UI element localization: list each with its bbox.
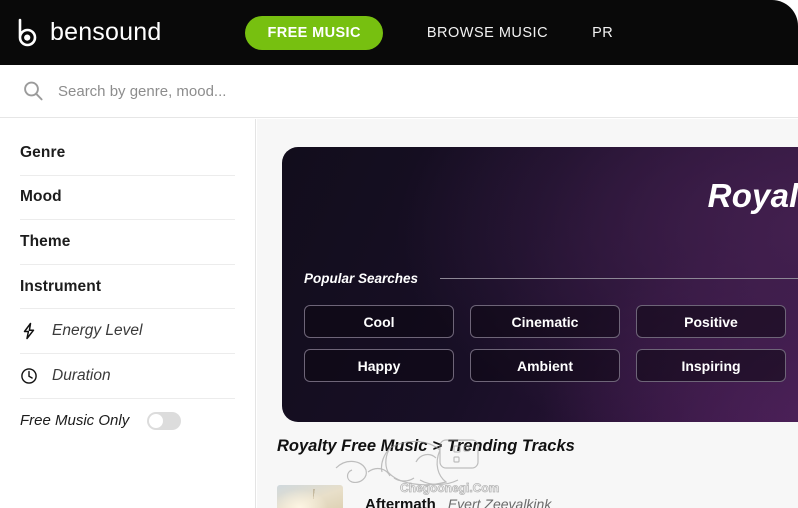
breadcrumb-root[interactable]: Royalty Free Music: [277, 437, 427, 455]
tag-inspiring[interactable]: Inspiring: [636, 349, 786, 382]
site-header: bensound FREE MUSIC BROWSE MUSIC PR: [0, 0, 798, 65]
nav-free-music-button[interactable]: FREE MUSIC: [245, 15, 383, 50]
sidebar-filter-theme[interactable]: Theme: [20, 220, 235, 265]
lightning-bolt-icon: [20, 322, 38, 340]
filter-label: Theme: [20, 232, 71, 250]
tag-cinematic[interactable]: Cinematic: [470, 305, 620, 338]
tag-happy[interactable]: Happy: [304, 349, 454, 382]
popular-searches-label: Popular Searches: [304, 271, 419, 286]
sidebar-filter-energy-level[interactable]: Energy Level: [20, 309, 235, 354]
breadcrumb-separator: >: [432, 437, 443, 455]
track-artist: Evert Zeevalkink: [447, 496, 552, 508]
track-thumbnail[interactable]: [277, 485, 343, 508]
tag-cool[interactable]: Cool: [304, 305, 454, 338]
divider-rule: [440, 278, 798, 279]
free-music-only-label: Free Music Only: [20, 412, 130, 430]
sidebar-filter-instrument[interactable]: Instrument: [20, 265, 235, 310]
popular-search-tags: Cool Cinematic Positive Happy Ambient In…: [304, 305, 798, 382]
breadcrumb-current: Trending Tracks: [447, 437, 575, 455]
filter-label: Energy Level: [52, 322, 143, 340]
track-title: Aftermath: [365, 495, 436, 508]
free-music-only-row[interactable]: Free Music Only: [20, 399, 235, 443]
brand-logo[interactable]: bensound: [14, 18, 161, 48]
nav-premium-link[interactable]: PR: [592, 25, 613, 41]
nav-browse-music-link[interactable]: BROWSE MUSIC: [427, 25, 548, 41]
brand-name: bensound: [50, 18, 162, 46]
filter-label: Mood: [20, 188, 62, 206]
main-nav: FREE MUSIC BROWSE MUSIC PR: [245, 15, 613, 50]
tag-positive[interactable]: Positive: [636, 305, 786, 338]
main-content: Royalty F Hear the Popular Searches Cool…: [257, 119, 798, 508]
filter-label: Instrument: [20, 277, 102, 295]
sidebar-filter-genre[interactable]: Genre: [20, 131, 235, 176]
hero-title: Royalty F: [707, 177, 798, 214]
toggle-knob: [149, 413, 164, 428]
filter-label: Genre: [20, 143, 66, 161]
breadcrumb: Royalty Free Music > Trending Tracks: [277, 437, 575, 456]
search-icon: [22, 80, 44, 102]
hero-banner: Royalty F Hear the Popular Searches Cool…: [282, 147, 798, 422]
popular-searches-header: Popular Searches: [304, 271, 798, 286]
sidebar-filter-mood[interactable]: Mood: [20, 176, 235, 221]
page-root: bensound FREE MUSIC BROWSE MUSIC PR Genr…: [0, 0, 798, 508]
free-music-only-toggle[interactable]: [147, 411, 182, 430]
bensound-b-logo-icon: [14, 18, 40, 48]
track-row[interactable]: Aftermath Evert Zeevalkink: [277, 485, 551, 508]
filter-sidebar: Genre Mood Theme Instrument Energy Level: [0, 119, 256, 508]
clock-icon: [20, 367, 38, 385]
search-bar: [0, 65, 798, 118]
search-input[interactable]: [58, 82, 458, 100]
filter-label: Duration: [52, 366, 111, 384]
tag-ambient[interactable]: Ambient: [470, 349, 620, 382]
sidebar-filter-duration[interactable]: Duration: [20, 354, 235, 399]
